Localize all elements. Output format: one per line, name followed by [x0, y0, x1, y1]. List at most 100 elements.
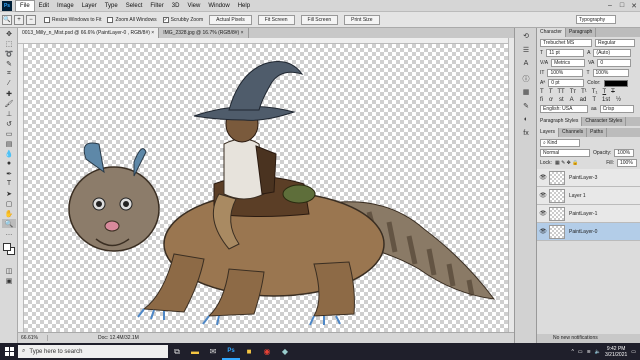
baseline-shift-field[interactable]: 0 pt — [548, 79, 585, 87]
tab-layers[interactable]: Layers — [537, 128, 560, 137]
ligatures-icon[interactable]: fi — [540, 97, 543, 103]
dodge-tool-icon[interactable]: ● — [2, 159, 16, 168]
quick-select-tool-icon[interactable]: ✎ — [2, 59, 16, 68]
crop-tool-icon[interactable]: ⌗ — [2, 69, 16, 78]
chevron-up-icon[interactable]: ^ — [571, 349, 573, 355]
font-style-select[interactable]: Regular — [595, 39, 635, 47]
marquee-tool-icon[interactable]: ⬚ — [2, 39, 16, 48]
sticky-notes-icon[interactable]: ■ — [240, 343, 258, 360]
titling-alternates-icon[interactable]: A — [570, 97, 574, 103]
taskbar-search-input[interactable]: ⌕ Type here to search — [18, 345, 168, 358]
vertical-scale-field[interactable]: 100% — [547, 69, 584, 77]
opacity-field[interactable]: 100% — [614, 149, 635, 157]
battery-icon[interactable]: ▭ — [578, 349, 583, 355]
layer-filter-select[interactable]: ⌕ Kind — [540, 139, 580, 147]
app-icon[interactable]: ◆ — [276, 343, 294, 360]
info-panel-icon[interactable]: ⓘ — [519, 74, 533, 84]
horizontal-scale-field[interactable]: 100% — [592, 69, 629, 77]
visibility-eye-icon[interactable]: 👁 — [539, 174, 547, 181]
start-button[interactable] — [0, 343, 18, 360]
resize-windows-checkbox[interactable]: Resize Windows to Fit — [44, 16, 101, 23]
stylistic-alternates-icon[interactable]: st — [559, 97, 564, 103]
properties-panel-icon[interactable]: ☰ — [519, 46, 533, 56]
faux-italic-icon[interactable]: T — [549, 89, 553, 95]
layer-row-selected[interactable]: 👁 PaintLayer-0 — [537, 223, 640, 241]
stamp-tool-icon[interactable]: ⊥ — [2, 109, 16, 118]
tab-paths[interactable]: Paths — [587, 128, 607, 137]
notifications-icon[interactable]: ▭ — [631, 349, 636, 355]
workspace-select[interactable]: Typography — [576, 15, 616, 24]
actual-pixels-button[interactable]: Actual Pixels — [209, 14, 252, 25]
kerning-field[interactable]: Metrics — [551, 59, 586, 67]
screen-mode-icon[interactable]: ▣ — [2, 276, 16, 285]
fit-screen-button[interactable]: Fit Screen — [257, 14, 295, 25]
zoom-level[interactable]: 66.61% — [18, 335, 48, 341]
menu-select[interactable]: Select — [122, 0, 147, 12]
glyphs-panel-icon[interactable]: A — [519, 60, 533, 70]
minimize-icon[interactable]: – — [604, 2, 616, 10]
ornaments-icon[interactable]: ơ — [549, 97, 553, 103]
layer-row[interactable]: 👁 PaintLayer-3 — [537, 169, 640, 187]
fill-field[interactable]: 100% — [617, 159, 637, 167]
gradient-tool-icon[interactable]: ▤ — [2, 139, 16, 148]
lasso-tool-icon[interactable]: ➰ — [2, 49, 16, 58]
healing-tool-icon[interactable]: ✚ — [2, 89, 16, 98]
blur-tool-icon[interactable]: 💧 — [2, 149, 16, 158]
leading-field[interactable]: (Auto) — [593, 49, 632, 57]
tab-paragraph-styles[interactable]: Paragraph Styles — [537, 117, 583, 126]
visibility-eye-icon[interactable]: 👁 — [539, 192, 547, 199]
superscript-icon[interactable]: T¹ — [581, 89, 587, 95]
zoom-out-icon[interactable]: − — [26, 14, 36, 25]
layer-row[interactable]: 👁 PaintLayer-1 — [537, 205, 640, 223]
visibility-eye-icon[interactable]: 👁 — [539, 228, 547, 235]
tab-document-psd[interactable]: 0013_Milly_n_Mist.psd @ 66.6% (PaintLaye… — [18, 28, 160, 38]
styles-panel-icon[interactable]: fx — [519, 130, 533, 140]
quick-mask-icon[interactable]: ◫ — [2, 266, 16, 275]
color-swatches[interactable] — [2, 242, 15, 262]
fractions-icon[interactable]: T — [592, 97, 596, 103]
mail-icon[interactable]: ✉ — [204, 343, 222, 360]
scrubby-zoom-checkbox[interactable]: ✓ Scrubby Zoom — [162, 16, 203, 23]
zoom-in-icon[interactable]: + — [14, 14, 24, 25]
swatches-panel-icon[interactable]: ▦ — [519, 88, 533, 98]
history-brush-tool-icon[interactable]: ↺ — [2, 119, 16, 128]
canvas-area[interactable] — [18, 38, 514, 332]
menu-image[interactable]: Image — [53, 0, 78, 12]
faux-bold-icon[interactable]: T — [540, 89, 544, 95]
subscript-icon[interactable]: T₁ — [592, 89, 598, 95]
menu-window[interactable]: Window — [204, 0, 233, 12]
tab-channels[interactable]: Channels — [559, 128, 588, 137]
move-tool-icon[interactable]: ✥ — [2, 29, 16, 38]
eraser-tool-icon[interactable]: ▭ — [2, 129, 16, 138]
path-select-tool-icon[interactable]: ➤ — [2, 189, 16, 198]
wifi-icon[interactable]: ≋ — [587, 349, 591, 355]
history-panel-icon[interactable]: ⟲ — [519, 32, 533, 42]
zoom-tool-icon[interactable]: 🔍 — [2, 14, 12, 25]
type-tool-icon[interactable]: T — [2, 179, 16, 188]
menu-layer[interactable]: Layer — [78, 0, 101, 12]
visibility-eye-icon[interactable]: 👁 — [539, 210, 547, 217]
small-caps-icon[interactable]: Tт — [570, 89, 576, 95]
tab-paragraph[interactable]: Paragraph — [566, 28, 597, 37]
menu-help[interactable]: Help — [234, 0, 254, 12]
brush-tool-icon[interactable]: 🖌 — [2, 99, 16, 108]
volume-icon[interactable]: 🔈 — [595, 349, 601, 355]
font-size-field[interactable]: 11 pt — [546, 49, 585, 57]
text-color-swatch[interactable] — [603, 79, 628, 87]
print-size-button[interactable]: Print Size — [344, 14, 380, 25]
swash-icon[interactable]: 1st — [602, 97, 610, 103]
strikethrough-icon[interactable]: T — [611, 89, 615, 95]
maximize-icon[interactable]: □ — [616, 2, 628, 10]
ordinals-icon[interactable]: ad — [580, 97, 587, 103]
hand-tool-icon[interactable]: ✋ — [2, 209, 16, 218]
file-explorer-icon[interactable]: ▬ — [186, 343, 204, 360]
all-caps-icon[interactable]: TT — [557, 89, 564, 95]
blend-mode-select[interactable]: Normal — [540, 149, 590, 157]
transparent-canvas[interactable] — [24, 44, 508, 332]
underline-icon[interactable]: T — [602, 89, 606, 95]
antialias-select[interactable]: Crisp — [599, 105, 634, 113]
tab-character[interactable]: Character — [537, 28, 566, 37]
eyedropper-tool-icon[interactable]: ⁄ — [2, 79, 16, 88]
tracking-field[interactable]: 0 — [597, 59, 632, 67]
fill-screen-button[interactable]: Fill Screen — [300, 14, 339, 25]
